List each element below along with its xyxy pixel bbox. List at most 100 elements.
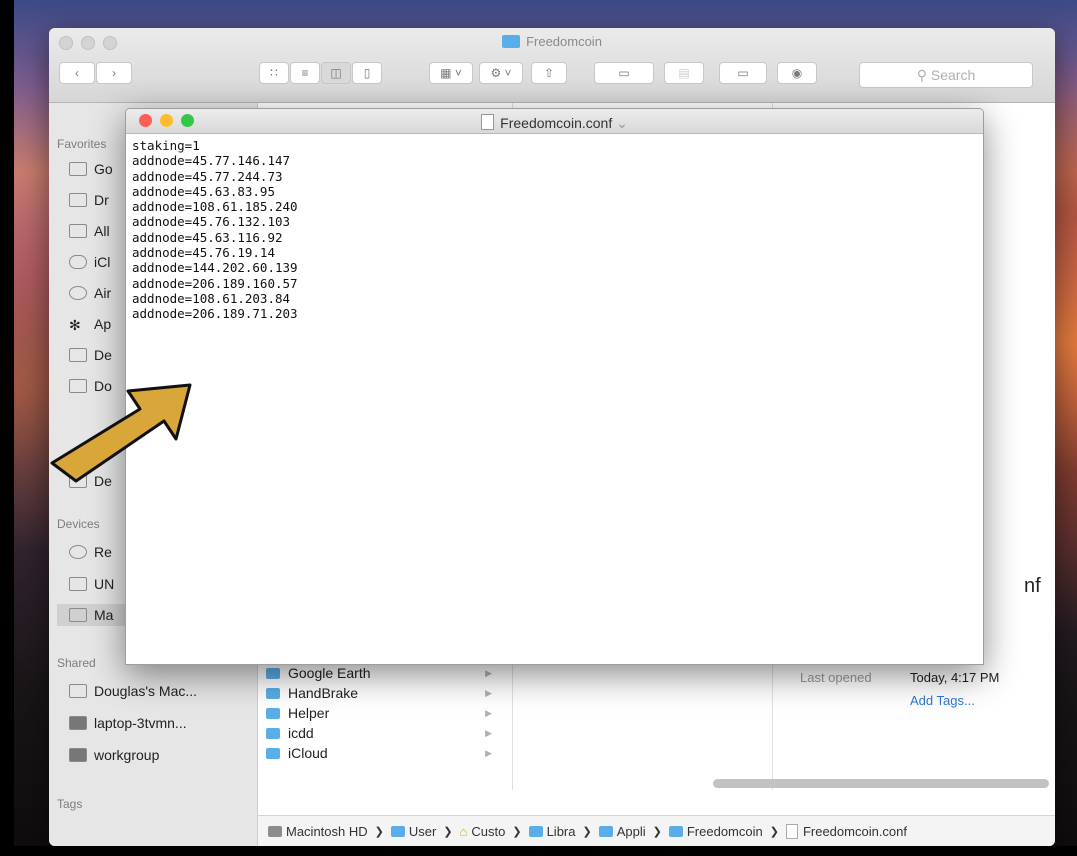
- document-icon: [785, 823, 798, 839]
- sidebar-item-all-my-files[interactable]: All: [69, 220, 110, 242]
- chevron-right-icon: ❯: [652, 825, 662, 838]
- path-bar: Macintosh HD ❯ User ❯ ⌂ Custo ❯ Libra ❯ Appli…: [258, 815, 1055, 846]
- chevron-right-icon: ▶: [485, 727, 492, 738]
- finder-toolbar: ‹ › ∷ ≡ ◫ ▯ ▦ ˅ ⚙ ˅ ⇧ ▭ ▤ ▭ ◉ ⚲ Search: [59, 62, 1045, 88]
- drive-icon: [69, 577, 87, 591]
- textedit-window: Freedomcoin.conf ⌄ staking=1 addnode=45.…: [125, 108, 984, 665]
- sidebar-item-workgroup[interactable]: workgroup: [69, 744, 159, 766]
- icon-view-button[interactable]: ∷: [259, 62, 289, 84]
- chevron-right-icon: ❯: [512, 825, 522, 838]
- chevron-right-icon: ▶: [485, 687, 492, 698]
- folder-icon: [598, 825, 613, 837]
- sidebar-item-airdrop[interactable]: Air: [69, 282, 111, 304]
- sidebar-item-applications[interactable]: ✻ Ap: [69, 313, 111, 335]
- folder-icon: [390, 825, 405, 837]
- text-line: addnode=45.77.244.73: [132, 168, 283, 184]
- list-view-button[interactable]: ≡: [290, 62, 320, 84]
- sidebar-item-remote-disc[interactable]: Re: [69, 541, 112, 563]
- list-item[interactable]: HandBrake ▶: [258, 683, 512, 703]
- window-title: Freedomcoin: [49, 34, 1055, 49]
- chevron-right-icon: ❯: [769, 825, 779, 838]
- text-line: addnode=45.76.132.103: [132, 214, 291, 230]
- search-field[interactable]: ⚲ Search: [859, 62, 1033, 88]
- back-button[interactable]: ‹: [59, 62, 95, 84]
- folder-icon: [528, 825, 543, 837]
- sidebar-item-shared-mac[interactable]: Douglas's Mac...: [69, 680, 197, 702]
- last-opened-value: Today, 4:17 PM: [910, 670, 1000, 685]
- chevron-right-icon: ▶: [485, 667, 492, 678]
- text-line: addnode=206.189.160.57: [132, 275, 298, 291]
- computer-icon: [69, 684, 87, 698]
- document-icon: [481, 114, 495, 130]
- sidebar-item-shared-laptop[interactable]: laptop-3tvmn...: [69, 712, 187, 734]
- sidebar-heading-favorites: Favorites: [57, 137, 107, 151]
- list-item[interactable]: Google Earth ▶: [258, 663, 512, 683]
- sidebar-heading-devices: Devices: [57, 517, 100, 531]
- hard-drive-icon: [268, 825, 282, 837]
- search-icon: ⚲: [916, 66, 931, 83]
- sidebar-item-dropbox[interactable]: Dr: [69, 189, 109, 211]
- sidebar-item-untitled[interactable]: UN: [69, 573, 114, 595]
- folder-icon: [266, 707, 280, 719]
- quick-look-button[interactable]: ◉: [777, 62, 817, 84]
- last-opened-label: Last opened: [800, 670, 872, 685]
- folder-icon: [266, 747, 280, 759]
- editor-title[interactable]: Freedomcoin.conf ⌄: [126, 114, 983, 132]
- desktop-icon: [69, 348, 87, 362]
- edit-tags-button[interactable]: ▭: [594, 62, 654, 84]
- path-item[interactable]: Freedomcoin.conf: [785, 823, 907, 839]
- network-icon: [69, 748, 87, 762]
- folder-icon: [266, 687, 280, 699]
- chevron-right-icon: ❯: [582, 825, 592, 838]
- pc-icon: [69, 716, 87, 730]
- text-editor-area[interactable]: staking=1 addnode=45.77.146.147 addnode=…: [126, 134, 983, 326]
- chevron-right-icon: ▶: [485, 747, 492, 758]
- text-line: addnode=45.77.146.147: [132, 153, 291, 169]
- sidebar-item-google-drive[interactable]: Go: [69, 158, 113, 180]
- airdrop-icon: [69, 286, 87, 300]
- folder-icon: [266, 727, 280, 739]
- cloud-icon: [69, 255, 87, 269]
- folder-icon: [266, 667, 280, 679]
- sidebar-heading-tags: Tags: [57, 797, 83, 811]
- path-item[interactable]: Macintosh HD: [268, 824, 368, 839]
- list-item[interactable]: iCloud ▶: [258, 743, 512, 763]
- folder-icon: [502, 35, 521, 48]
- files-icon: [69, 224, 87, 238]
- path-item[interactable]: ⌂ Custo: [460, 824, 506, 839]
- folder-icon: [69, 193, 87, 207]
- chevron-right-icon: ▶: [485, 707, 492, 718]
- text-line: addnode=144.202.60.139: [132, 260, 298, 276]
- home-icon: ⌂: [459, 823, 468, 839]
- chevron-right-icon: ❯: [443, 825, 453, 838]
- folder-icon: [69, 162, 87, 176]
- sidebar-item-icloud[interactable]: iCl: [69, 251, 110, 273]
- path-item[interactable]: Freedomcoin: [668, 824, 763, 839]
- list-item[interactable]: Helper ▶: [258, 703, 512, 723]
- share-button[interactable]: ⇧: [531, 62, 567, 84]
- annotation-arrow: [50, 383, 192, 483]
- applications-icon: ✻: [69, 317, 81, 333]
- chevron-right-icon: ❯: [374, 825, 384, 838]
- gallery-view-button[interactable]: ▯: [352, 62, 382, 84]
- text-line: addnode=206.189.71.203: [132, 306, 298, 322]
- sidebar-item-desktop[interactable]: De: [69, 344, 112, 366]
- path-item[interactable]: Libra: [528, 824, 576, 839]
- horizontal-scrollbar[interactable]: [713, 779, 1049, 788]
- path-item[interactable]: Appli: [598, 824, 646, 839]
- forward-button[interactable]: ›: [96, 62, 132, 84]
- new-folder-button[interactable]: ▭: [719, 62, 767, 84]
- text-line: addnode=45.63.116.92: [132, 229, 283, 245]
- trash-button[interactable]: ▤: [664, 62, 704, 84]
- editor-titlebar: Freedomcoin.conf ⌄: [126, 109, 983, 134]
- path-item[interactable]: User: [390, 824, 436, 839]
- text-line: addnode=108.61.185.240: [132, 199, 298, 215]
- arrange-button[interactable]: ▦ ˅: [429, 62, 473, 84]
- text-line: staking=1: [132, 138, 200, 153]
- add-tags-link[interactable]: Add Tags...: [910, 693, 975, 708]
- action-gear-button[interactable]: ⚙ ˅: [479, 62, 523, 84]
- screen-edge: [0, 0, 14, 856]
- column-view-button[interactable]: ◫: [321, 62, 351, 84]
- list-item[interactable]: icdd ▶: [258, 723, 512, 743]
- finder-titlebar: Freedomcoin ‹ › ∷ ≡ ◫ ▯ ▦ ˅ ⚙ ˅ ⇧ ▭ ▤ ▭ …: [49, 28, 1055, 103]
